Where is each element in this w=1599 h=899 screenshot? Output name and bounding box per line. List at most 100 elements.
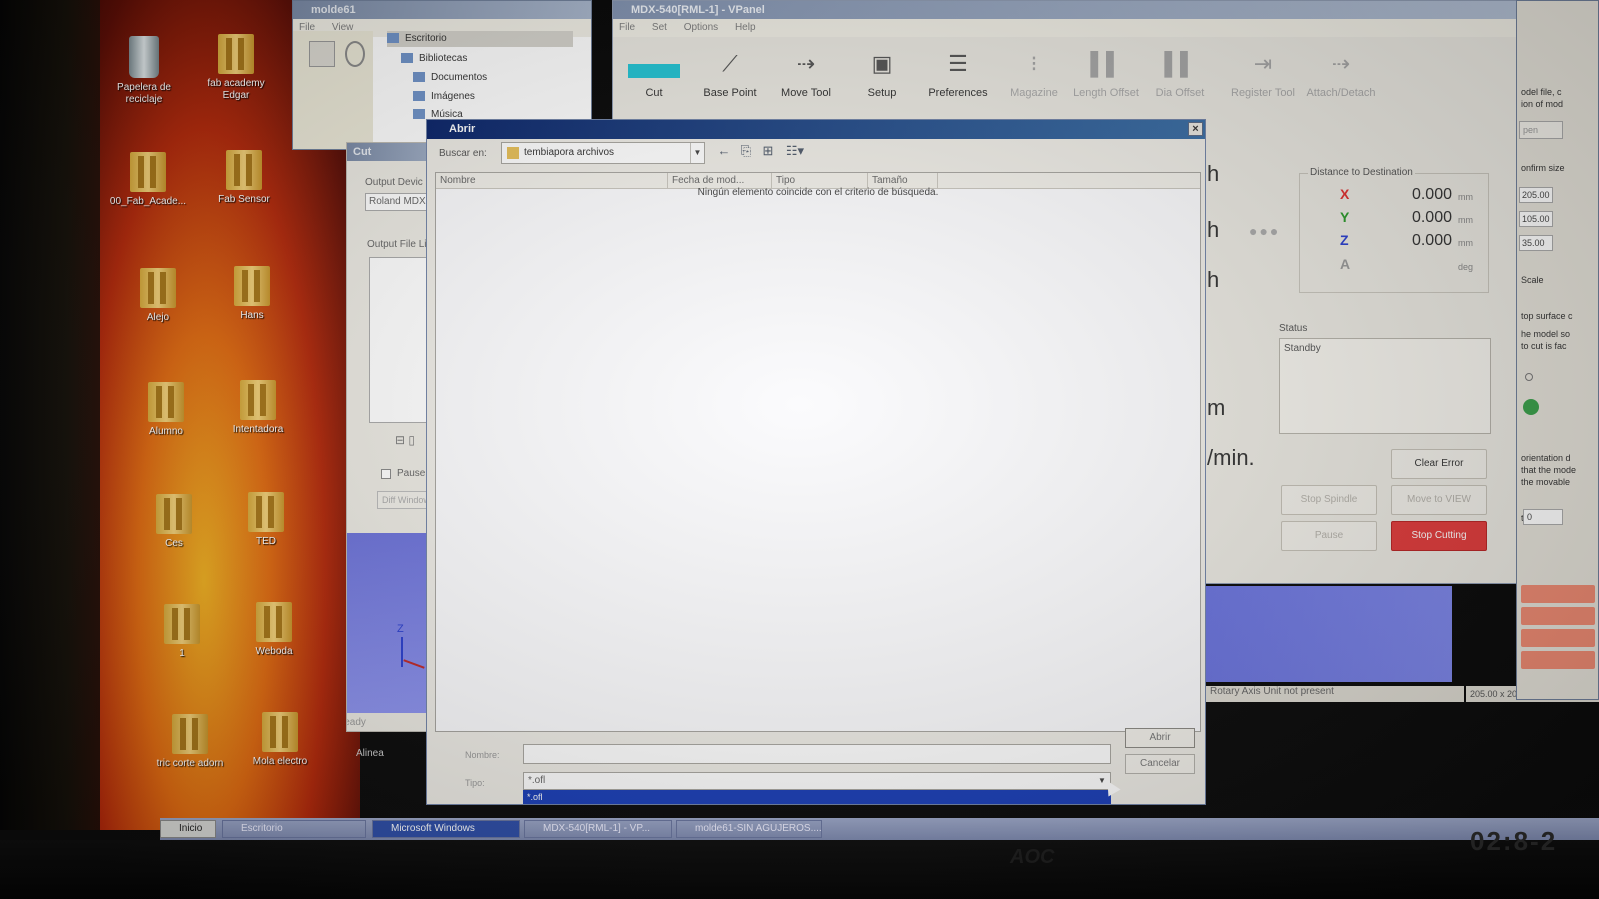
tool-length-offset-button[interactable]: ▌▌ Length Offset <box>1071 41 1141 99</box>
output-device-label: Output Devic <box>365 177 423 188</box>
desktop-icon-folder[interactable]: Fab Sensor <box>204 150 284 206</box>
taskbar-item[interactable]: Escritorio <box>222 820 366 838</box>
axis-value: 0.000 <box>1411 232 1452 249</box>
panel-text: onfirm size <box>1521 163 1565 173</box>
scale-select[interactable]: 0 <box>1523 509 1563 525</box>
size-z-field[interactable]: 35.00 <box>1519 235 1553 251</box>
up-folder-icon[interactable]: ⎘ <box>737 142 755 160</box>
menu-help[interactable]: Help <box>735 22 756 33</box>
tool-base-point-button[interactable]: ⟋ Base Point <box>695 41 765 99</box>
tree-item-imagenes[interactable]: Imágenes <box>413 89 475 105</box>
modela-side-panel: odel file, c ion of mod pen onfirm size … <box>1516 0 1599 700</box>
tree-item-documentos[interactable]: Documentos <box>413 70 487 86</box>
pause-button[interactable]: Pause <box>1281 521 1377 551</box>
back-arrow-icon[interactable]: ← <box>715 142 733 160</box>
desktop-icon-folder[interactable]: Ces <box>134 494 214 550</box>
desktop-icon-label: Alumno <box>149 426 183 437</box>
folder-icon <box>262 712 298 752</box>
panel-text: to cut is fac <box>1521 341 1567 351</box>
open-file-dialog: Abrir × Buscar en: tembiapora archivos ▼… <box>426 119 1206 805</box>
panel-text: top surface c <box>1521 311 1573 321</box>
progress-dots-icon: ●●● <box>1249 223 1281 239</box>
new-folder-icon[interactable]: ⊞ <box>759 142 777 160</box>
tool-label: Magazine <box>1010 87 1058 99</box>
desktop-icon-folder[interactable]: TED <box>226 492 306 548</box>
start-button[interactable]: Inicio <box>160 820 216 838</box>
desktop-icon-folder[interactable]: tric corte adorn <box>150 714 230 770</box>
filename-input[interactable] <box>523 744 1111 764</box>
desktop-icon-folder[interactable]: Intentadora <box>218 380 298 436</box>
stop-spindle-button[interactable]: Stop Spindle <box>1281 485 1377 515</box>
open-button[interactable]: pen <box>1519 121 1563 139</box>
lookin-select[interactable]: tembiapora archivos ▼ <box>501 142 705 164</box>
taskbar-item-active[interactable]: Microsoft Windows <box>372 820 520 838</box>
vpanel-titlebar[interactable]: MDX-540[RML-1] - VPanel <box>613 1 1517 19</box>
desktop-icon-folder[interactable]: Alejo <box>118 268 198 324</box>
tool-preferences-button[interactable]: ☰ Preferences <box>923 41 993 99</box>
size-x-field[interactable]: 205.00 <box>1519 187 1553 203</box>
tool-dia-offset-button[interactable]: ▌▌ Dia Offset <box>1145 41 1215 99</box>
desktop-icon-folder[interactable]: Weboda <box>234 602 314 658</box>
folder-icon <box>172 714 208 754</box>
tool-label: Move Tool <box>781 87 831 99</box>
orange-action-button[interactable] <box>1521 651 1595 669</box>
desktop-icon-folder[interactable]: Alumno <box>126 382 206 438</box>
tool-attach-detach-button[interactable]: ⇢ Attach/Detach <box>1301 41 1381 99</box>
pause-checkbox[interactable] <box>381 469 391 479</box>
documents-icon <box>413 72 425 83</box>
desktop-icon-label: Alejo <box>146 312 170 323</box>
tree-item-escritorio[interactable]: Escritorio <box>387 31 573 47</box>
panel-text: the movable <box>1521 477 1571 487</box>
desktop-icon-folder[interactable]: Mola electro <box>240 712 320 768</box>
clear-error-button[interactable]: Clear Error <box>1391 449 1487 479</box>
filename-label: Nombre: <box>465 750 500 760</box>
folder-icon <box>240 380 276 420</box>
menu-set[interactable]: Set <box>652 22 667 33</box>
desktop-icon-label: Fab Sensor <box>218 194 270 205</box>
tool-setup-button[interactable]: ▣ Setup <box>847 41 917 99</box>
size-y-field[interactable]: 105.00 <box>1519 211 1553 227</box>
taskbar-item[interactable]: molde61-SIN AGUJEROS.... <box>676 820 822 838</box>
close-icon[interactable]: × <box>1188 122 1203 136</box>
filetype-select[interactable]: *.ofl ▼ <box>523 772 1111 790</box>
add-file-icon[interactable]: ⊟ ▯ <box>395 433 415 447</box>
orange-action-button[interactable] <box>1521 629 1595 647</box>
tool-label: Attach/Detach <box>1306 87 1376 99</box>
file-list[interactable]: Nombre Fecha de mod... Tipo Tamaño Ningú… <box>435 172 1201 732</box>
desktop-icon-folder[interactable]: 00_Fab_Acade... <box>108 152 188 208</box>
radio-option[interactable] <box>1525 373 1533 381</box>
dialog-titlebar[interactable]: Abrir × <box>427 120 1205 139</box>
tool-register-tool-button[interactable]: ⇥ Register Tool <box>1223 41 1303 99</box>
desktop-icon-folder[interactable]: fab academy Edgar <box>196 34 276 102</box>
tree-item-bibliotecas[interactable]: Bibliotecas <box>401 51 467 67</box>
filetype-option[interactable]: *.ofl <box>523 790 1111 804</box>
tree-label: Bibliotecas <box>419 53 468 64</box>
panel-text: ion of mod <box>1521 99 1564 109</box>
orange-action-button[interactable] <box>1521 585 1595 603</box>
taskbar-item[interactable]: MDX-540[RML-1] - VP... <box>524 820 672 838</box>
menu-options[interactable]: Options <box>684 22 718 33</box>
empty-list-message: Ningún elemento coincide con el criterio… <box>697 187 939 198</box>
tree-label: Documentos <box>431 72 488 83</box>
stop-cutting-button[interactable]: Stop Cutting <box>1391 521 1487 551</box>
desktop-icon-recycle-bin[interactable]: Papelera de reciclaje <box>104 36 184 106</box>
globe-icon[interactable] <box>345 41 365 67</box>
desktop-icon-folder[interactable]: 1 <box>142 604 222 660</box>
attach-detach-icon: ⇢ <box>1331 51 1351 76</box>
tool-magazine-button[interactable]: ⁝ Magazine <box>999 41 1069 99</box>
desktop-icon-folder[interactable]: Hans <box>212 266 292 322</box>
view-menu-icon[interactable]: ☷▾ <box>783 142 807 160</box>
distance-legend: Distance to Destination <box>1308 167 1415 178</box>
axis-row-a: A deg <box>1300 256 1490 278</box>
open-button[interactable]: Abrir <box>1125 728 1195 748</box>
move-to-view-button[interactable]: Move to VIEW <box>1391 485 1487 515</box>
tool-move-tool-button[interactable]: ⇢ Move Tool <box>771 41 841 99</box>
desktop-icon-label: Intentadora <box>232 424 284 435</box>
save-icon[interactable] <box>309 41 335 67</box>
tool-cut-button[interactable]: Cut <box>619 41 689 99</box>
cancel-button[interactable]: Cancelar <box>1125 754 1195 774</box>
explorer-titlebar[interactable]: molde61 <box>293 1 591 19</box>
orange-action-button[interactable] <box>1521 607 1595 625</box>
axis-label: Y <box>1340 209 1350 225</box>
menu-file[interactable]: File <box>619 22 635 33</box>
